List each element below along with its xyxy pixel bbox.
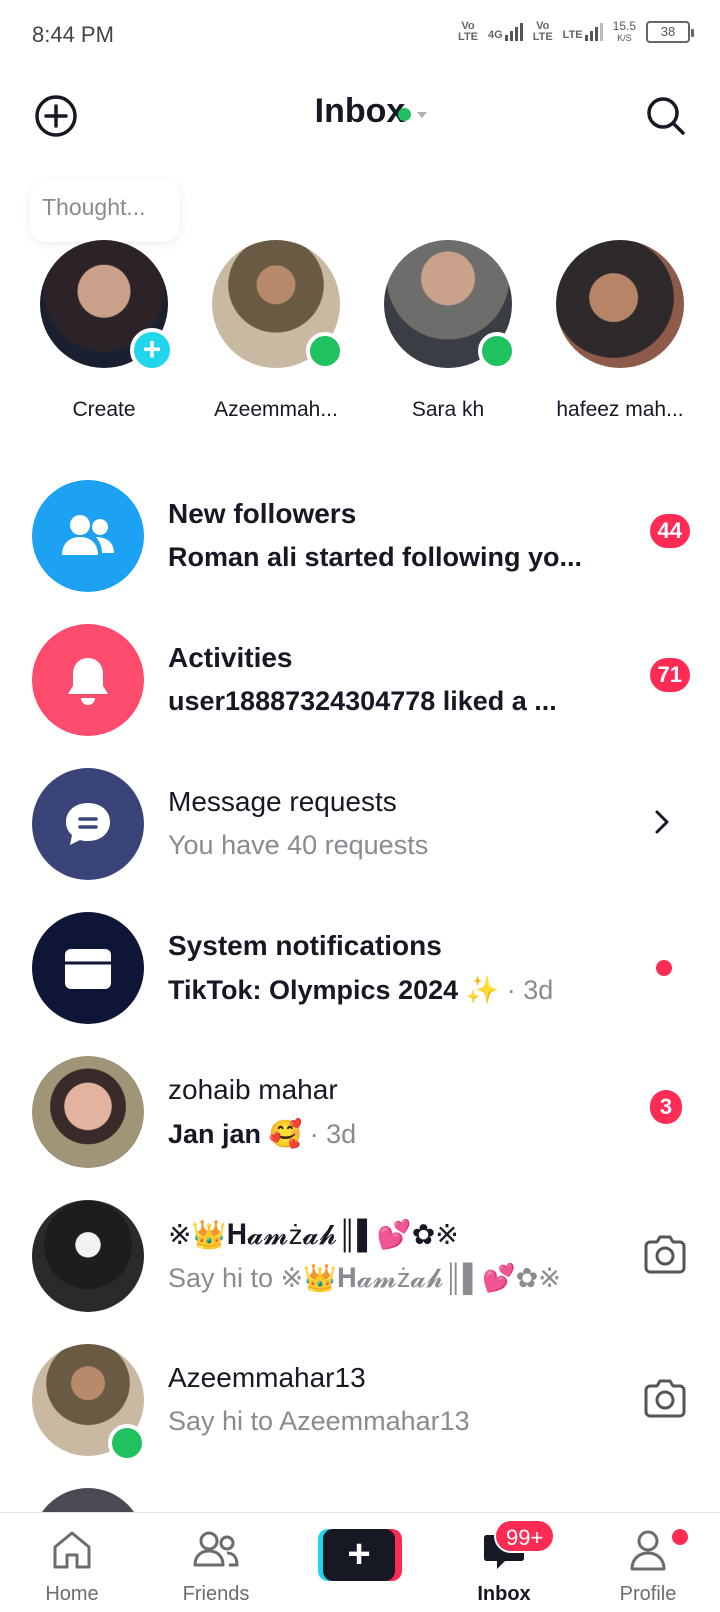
row-time: · 3d xyxy=(506,975,554,1005)
story-sara[interactable]: Sara kh xyxy=(362,240,534,422)
online-indicator xyxy=(306,332,344,370)
net-speed-unit: K/S xyxy=(617,33,632,43)
volte-indicator: Vo LTE xyxy=(458,20,479,43)
nav-label: Inbox xyxy=(477,1583,531,1605)
story-name: hafeez mah... xyxy=(556,398,684,421)
row-title: ※👑𝐇𝓪𝓶ż𝓪𝓱║▌💕✿※ xyxy=(168,1219,459,1250)
row-subtitle-text: Jan jan 🥰 xyxy=(168,1119,303,1149)
inbox-tray-icon xyxy=(32,912,144,1024)
avatar xyxy=(212,240,344,370)
unread-count-badge: 3 xyxy=(650,1090,682,1124)
row-message-requests[interactable]: Message requests You have 40 requests xyxy=(0,748,720,892)
row-subtitle: TikTok: Olympics 2024 ✨ · 3d xyxy=(168,974,553,1006)
row-title: System notifications xyxy=(168,930,442,961)
volte-indicator-2: Vo LTE xyxy=(532,20,553,43)
bell-icon xyxy=(32,624,144,736)
home-icon xyxy=(49,1527,95,1578)
nav-label: Friends xyxy=(182,1583,250,1605)
nav-home[interactable]: Home xyxy=(0,1513,144,1612)
row-title: zohaib mahar xyxy=(168,1074,338,1105)
bottom-nav: Home Friends + Inbox 99+ Profile xyxy=(0,1512,720,1612)
nav-profile[interactable]: Profile xyxy=(576,1513,720,1612)
avatar xyxy=(32,1200,144,1312)
signal-icon-2: LTE xyxy=(563,23,603,41)
unread-dot xyxy=(656,960,672,976)
row-title: New followers xyxy=(168,498,357,529)
row-new-followers[interactable]: New followers Roman ali started followin… xyxy=(0,460,720,604)
chevron-right-icon xyxy=(652,808,672,841)
plus-icon: + xyxy=(323,1529,395,1581)
create-video-button[interactable]: + xyxy=(318,1529,402,1581)
avatar: + xyxy=(40,240,174,372)
story-name: Azeemmah... xyxy=(214,398,338,421)
inbox-list: New followers Roman ali started followin… xyxy=(0,460,720,1600)
status-icons: Vo LTE 4G Vo LTE LTE 15.5 K/S 38 xyxy=(458,20,694,44)
row-subtitle: You have 40 requests xyxy=(168,830,429,860)
nav-label: Profile xyxy=(619,1583,677,1605)
people-icon xyxy=(32,480,144,592)
net-speed-value: 15.5 xyxy=(612,19,636,33)
story-create[interactable]: + Create xyxy=(18,240,190,422)
row-subtitle-text: TikTok: Olympics 2024 ✨ xyxy=(168,975,500,1005)
nav-friends[interactable]: Friends xyxy=(144,1513,288,1612)
avatar xyxy=(32,1056,144,1168)
row-title: Azeemmahar13 xyxy=(168,1362,366,1393)
header: Inbox xyxy=(0,72,720,162)
row-subtitle: Roman ali started following yo... xyxy=(168,542,583,572)
network-type: 4G xyxy=(488,29,503,41)
avatar xyxy=(556,240,684,368)
search-icon[interactable] xyxy=(642,92,690,140)
online-indicator xyxy=(478,332,516,370)
status-time: 8:44 PM xyxy=(32,22,114,47)
status-bar: 8:44 PM Vo LTE 4G Vo LTE LTE 15.5 K/S 38 xyxy=(0,0,720,72)
row-subtitle: Say hi to Azeemmahar13 xyxy=(168,1406,470,1436)
online-status-dot xyxy=(398,108,411,121)
row-zohaib[interactable]: zohaib mahar Jan jan 🥰 · 3d 3 xyxy=(0,1036,720,1180)
friends-icon xyxy=(191,1527,241,1578)
camera-icon[interactable] xyxy=(642,1234,688,1279)
plus-icon[interactable]: + xyxy=(130,328,174,372)
unread-count-badge: 44 xyxy=(649,514,690,548)
network-type-2: LTE xyxy=(562,29,583,41)
chevron-down-icon xyxy=(417,111,427,118)
online-indicator xyxy=(108,1424,146,1462)
story-azeem[interactable]: Azeemmah... xyxy=(190,240,362,422)
story-name: Create xyxy=(72,398,136,421)
chat-bubble-icon xyxy=(32,768,144,880)
row-subtitle: Jan jan 🥰 · 3d xyxy=(168,1118,356,1150)
signal-icon: 4G xyxy=(488,23,523,41)
row-azeemmahar13[interactable]: Azeemmahar13 Say hi to Azeemmahar13 xyxy=(0,1324,720,1468)
row-title: Message requests xyxy=(168,786,397,817)
unread-count-badge: 71 xyxy=(649,658,690,692)
nav-label: Home xyxy=(45,1583,99,1605)
story-name: Sara kh xyxy=(411,398,485,421)
battery-icon: 38 xyxy=(646,21,694,43)
row-system-notifications[interactable]: System notifications TikTok: Olympics 20… xyxy=(0,892,720,1036)
notification-dot xyxy=(672,1529,688,1545)
row-activities[interactable]: Activities user18887324304778 liked a ..… xyxy=(0,604,720,748)
page-title: Inbox xyxy=(314,92,406,130)
avatar-image xyxy=(556,240,684,368)
net-speed: 15.5 K/S xyxy=(613,20,636,44)
row-hamzah[interactable]: ※👑𝐇𝓪𝓶ż𝓪𝓱║▌💕✿※ Say hi to ※👑𝐇𝓪𝓶ż𝓪𝓱║▌💕✿※ xyxy=(0,1180,720,1324)
avatar xyxy=(384,240,516,370)
row-title: Activities xyxy=(168,642,293,673)
profile-icon xyxy=(625,1527,671,1578)
thought-bubble[interactable]: Thought... xyxy=(30,180,180,242)
row-subtitle: Say hi to ※👑𝐇𝓪𝓶ż𝓪𝓱║▌💕✿※ xyxy=(168,1263,561,1293)
row-subtitle: user18887324304778 liked a ... xyxy=(168,686,557,716)
camera-icon[interactable] xyxy=(642,1378,688,1423)
inbox-count-badge: 99+ xyxy=(494,1519,556,1553)
story-hafeez[interactable]: hafeez mah... xyxy=(534,240,706,422)
online-status-toggle[interactable] xyxy=(398,108,427,121)
row-time: · 3d xyxy=(309,1119,357,1149)
